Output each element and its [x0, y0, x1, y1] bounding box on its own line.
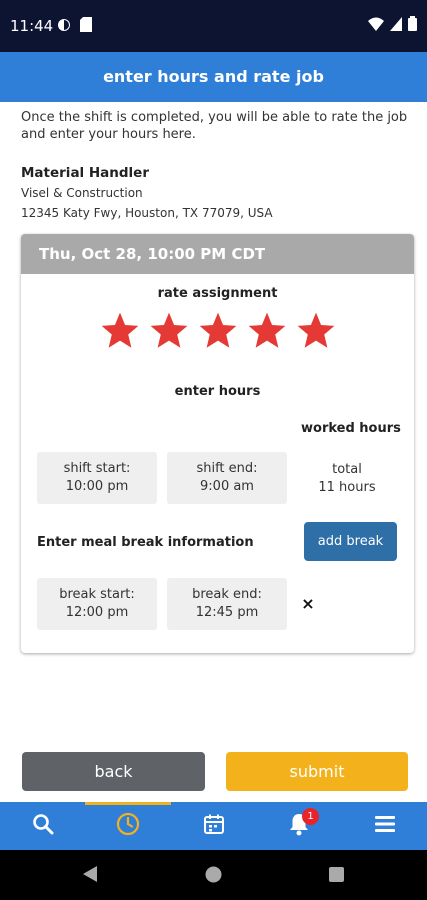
intro-text: Once the shift is completed, you will be… [21, 110, 408, 142]
job-company: Visel & Construction [21, 186, 143, 200]
recents-square-icon[interactable] [329, 867, 344, 886]
nav-hours[interactable] [85, 802, 170, 850]
star-rating[interactable] [99, 310, 337, 352]
wifi-icon [368, 16, 384, 35]
submit-button[interactable]: submit [226, 752, 408, 791]
notification-badge: 1 [302, 808, 319, 825]
worked-hours-label: worked hours [301, 421, 401, 436]
shift-end-value: 9:00 am [200, 479, 254, 494]
calendar-icon [203, 813, 225, 839]
shift-end-label: shift end: [196, 461, 258, 476]
home-circle-icon[interactable] [205, 866, 222, 887]
app-header: enter hours and rate job [0, 52, 427, 102]
shift-start-value: 10:00 pm [65, 479, 129, 494]
status-bar: 11:44 [0, 0, 427, 52]
total-hours: total 11 hours [297, 461, 397, 497]
menu-icon [374, 815, 396, 837]
search-icon [32, 813, 54, 839]
break-end-label: break end: [192, 587, 262, 602]
break-end-field[interactable]: break end: 12:45 pm [167, 578, 287, 630]
clock-icon [116, 812, 140, 840]
break-start-value: 12:00 pm [65, 605, 129, 620]
battery-icon [408, 16, 417, 35]
back-button[interactable]: back [22, 752, 205, 791]
signal-icon [390, 16, 402, 35]
bottom-nav: 1 [0, 802, 427, 850]
break-start-label: break start: [59, 587, 135, 602]
shift-date: Thu, Oct 28, 10:00 PM CDT [39, 245, 266, 263]
star-icon[interactable] [99, 310, 141, 352]
add-break-button[interactable]: add break [304, 522, 397, 561]
remove-break-button[interactable]: × [299, 595, 317, 613]
job-address: 12345 Katy Fwy, Houston, TX 77079, USA [21, 206, 273, 220]
nav-notifications[interactable]: 1 [256, 802, 341, 850]
star-icon[interactable] [246, 310, 288, 352]
star-icon[interactable] [295, 310, 337, 352]
back-triangle-icon[interactable] [82, 865, 98, 887]
meal-break-label: Enter meal break information [37, 535, 254, 550]
rate-assignment-label: rate assignment [157, 286, 278, 301]
sim-card-icon [80, 17, 94, 33]
app-notification-icon [57, 17, 71, 33]
total-label: total [332, 462, 362, 477]
job-title: Material Handler [21, 165, 149, 181]
star-icon[interactable] [148, 310, 190, 352]
page-title: enter hours and rate job [103, 67, 324, 86]
shift-start-field[interactable]: shift start: 10:00 pm [37, 452, 157, 504]
nav-menu[interactable] [342, 802, 427, 850]
break-start-field[interactable]: break start: 12:00 pm [37, 578, 157, 630]
nav-search[interactable] [0, 802, 85, 850]
shift-card-header: Thu, Oct 28, 10:00 PM CDT [21, 234, 414, 274]
star-icon[interactable] [197, 310, 239, 352]
shift-end-field[interactable]: shift end: 9:00 am [167, 452, 287, 504]
enter-hours-label: enter hours [174, 384, 261, 399]
break-end-value: 12:45 pm [195, 605, 259, 620]
system-nav-bar [0, 850, 427, 900]
shift-card: Thu, Oct 28, 10:00 PM CDT rate assignmen… [21, 234, 414, 653]
total-value: 11 hours [318, 480, 376, 495]
status-time: 11:44 [10, 17, 54, 35]
status-indicators [368, 16, 417, 35]
shift-start-label: shift start: [63, 461, 131, 476]
nav-calendar[interactable] [171, 802, 256, 850]
